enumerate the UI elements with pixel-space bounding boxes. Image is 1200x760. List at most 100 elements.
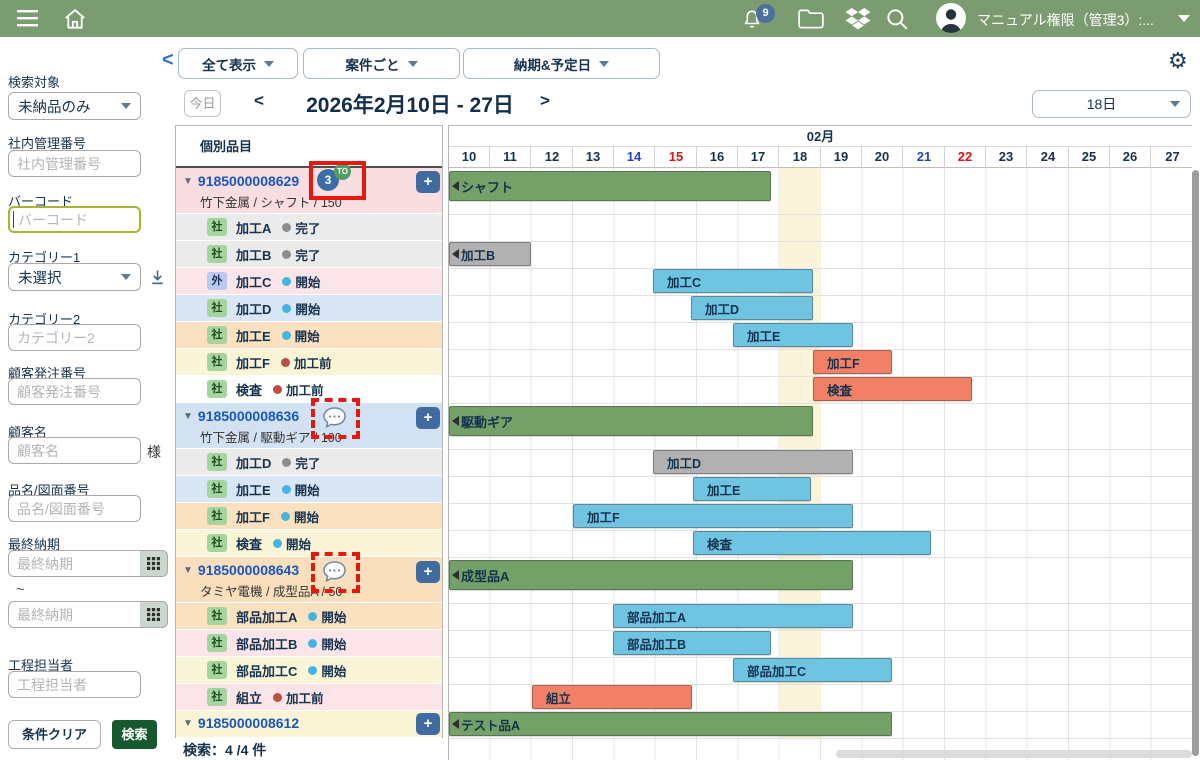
process-row[interactable]: 社 部品加工B 開始 [176,630,442,657]
gantt-bar[interactable]: 部品加工C [733,658,892,682]
day-header[interactable]: 18 [780,147,821,168]
customer-name-input[interactable] [8,437,141,464]
day-header[interactable]: 24 [1028,147,1069,168]
display-scope-dropdown[interactable]: 全て表示 [178,48,298,79]
final-due-from-input[interactable] [8,550,141,577]
gantt-item-bar[interactable]: テスト品A [449,712,892,736]
group-header-row[interactable]: ▼ 9185000008636 竹下金属 / 駆動ギア / 100 [176,403,442,449]
gantt-bar[interactable]: 加工E [733,323,853,347]
user-avatar[interactable] [936,3,966,33]
gantt-item-bar[interactable]: 駆動ギア [449,406,813,436]
dropbox-icon[interactable] [845,7,871,31]
process-owner-input[interactable] [8,671,141,698]
internal-no-input[interactable] [8,150,141,177]
add-process-button[interactable]: + [416,561,440,583]
process-row[interactable]: 社 加工A 完了 [176,214,442,241]
export-arrow-icon[interactable] [149,269,166,286]
gantt-bar[interactable]: 部品加工B [613,631,771,655]
hamburger-menu-icon[interactable] [16,8,40,28]
day-header[interactable]: 12 [532,147,573,168]
barcode-input[interactable] [8,206,141,233]
day-header[interactable]: 16 [697,147,738,168]
gantt-bar[interactable]: 検査 [813,377,972,401]
process-row[interactable]: 社 加工D 開始 [176,295,442,322]
collapse-triangle-icon[interactable]: ▼ [183,565,193,576]
notification-count-badge[interactable]: 9 [756,4,775,23]
order-number-link[interactable]: 9185000008636 [198,408,299,424]
collapse-triangle-icon[interactable]: ▼ [183,176,193,187]
process-row[interactable]: 社 検査 加工前 [176,376,442,403]
vertical-scrollbar[interactable] [1192,170,1199,756]
search-button[interactable]: 検索 [112,720,157,749]
calendar-picker-button[interactable] [140,550,168,577]
day-header[interactable]: 11 [490,147,531,168]
gantt-grid[interactable]: シャフト 加工B 加工C 加工D 加工E 加工F 検査 駆動ギア 加工D 加工E… [449,168,1192,760]
calendar-picker-button[interactable] [140,601,168,628]
day-header[interactable]: 27 [1152,147,1193,168]
user-menu-caret-icon[interactable] [1178,15,1190,22]
gantt-item-bar[interactable]: 成型品A [449,560,853,590]
day-header[interactable]: 10 [449,147,490,168]
gantt-item-bar[interactable]: シャフト [449,171,771,201]
collapse-triangle-icon[interactable]: ▼ [183,411,193,422]
category2-input[interactable] [8,324,141,351]
gantt-bar[interactable]: 加工D [691,296,813,320]
date-mode-dropdown[interactable]: 納期&予定日 [463,48,660,79]
today-button[interactable]: 今日 [184,90,221,117]
order-number-link[interactable]: 9185000008643 [198,562,299,578]
process-row[interactable]: 外 加工C 開始 [176,268,442,295]
process-row[interactable]: 社 加工E 開始 [176,476,442,503]
horizontal-scrollbar[interactable] [836,750,1192,758]
add-process-button[interactable]: + [416,407,440,429]
day-header[interactable]: 15 [656,147,697,168]
customer-order-no-input[interactable] [8,378,141,405]
process-row[interactable]: 社 部品加工C 開始 [176,657,442,684]
add-process-button[interactable]: + [416,171,440,193]
group-header-row[interactable]: ▼ 9185000008643 タミヤ電機 / 成型品A / 50 [176,557,442,603]
folder-icon[interactable] [797,8,825,30]
day-header[interactable]: 13 [573,147,614,168]
next-period-arrow[interactable]: > [540,91,550,111]
time-span-dropdown[interactable]: 18日 [1032,90,1191,118]
day-header[interactable]: 17 [738,147,779,168]
gantt-bar[interactable]: 加工E [693,477,811,501]
process-row[interactable]: 社 加工D 完了 [176,449,442,476]
search-icon[interactable] [884,6,910,32]
day-header[interactable]: 22 [945,147,986,168]
process-row[interactable]: 社 加工E 開始 [176,322,442,349]
process-row[interactable]: 社 加工F 加工前 [176,349,442,376]
search-target-select[interactable]: 未納品のみ [8,92,141,120]
final-due-to-input[interactable] [8,601,141,628]
category1-select[interactable]: 未選択 [8,263,141,291]
settings-gear-icon[interactable]: ⚙ [1168,48,1188,74]
process-row[interactable]: 社 加工B 完了 [176,241,442,268]
gantt-bar[interactable]: 組立 [532,685,692,709]
user-role-label[interactable]: マニュアル権限（管理3）:... [977,10,1154,30]
gantt-bar[interactable]: 加工F [573,504,853,528]
process-row[interactable]: 社 検査 開始 [176,530,442,557]
process-row[interactable]: 社 加工F 開始 [176,503,442,530]
collapse-sidebar-chevron[interactable]: < [162,49,174,72]
add-process-button[interactable]: + [416,713,440,735]
day-header[interactable]: 14 [614,147,655,168]
day-header[interactable]: 21 [904,147,945,168]
grouping-dropdown[interactable]: 案件ごと [303,48,460,79]
gantt-bar[interactable]: 部品加工A [613,604,853,628]
day-header[interactable]: 19 [821,147,862,168]
home-icon[interactable] [62,6,88,32]
prev-period-arrow[interactable]: < [254,91,264,111]
process-row[interactable]: 社 組立 加工前 [176,684,442,711]
clear-conditions-button[interactable]: 条件クリア [8,720,101,749]
order-number-link[interactable]: 9185000008612 [198,715,299,731]
process-row[interactable]: 社 部品加工A 開始 [176,603,442,630]
collapse-triangle-icon[interactable]: ▼ [183,718,193,729]
day-header[interactable]: 25 [1069,147,1110,168]
group-header-row[interactable]: ▼ 9185000008612 [176,711,442,738]
gantt-bar[interactable]: 加工F [813,350,892,374]
gantt-bar[interactable]: 加工D [653,450,853,474]
order-number-link[interactable]: 9185000008629 [198,173,299,189]
gantt-bar[interactable]: 加工C [653,269,813,293]
gantt-bar[interactable]: 加工B [449,242,531,266]
day-header[interactable]: 20 [862,147,903,168]
day-header[interactable]: 23 [986,147,1027,168]
